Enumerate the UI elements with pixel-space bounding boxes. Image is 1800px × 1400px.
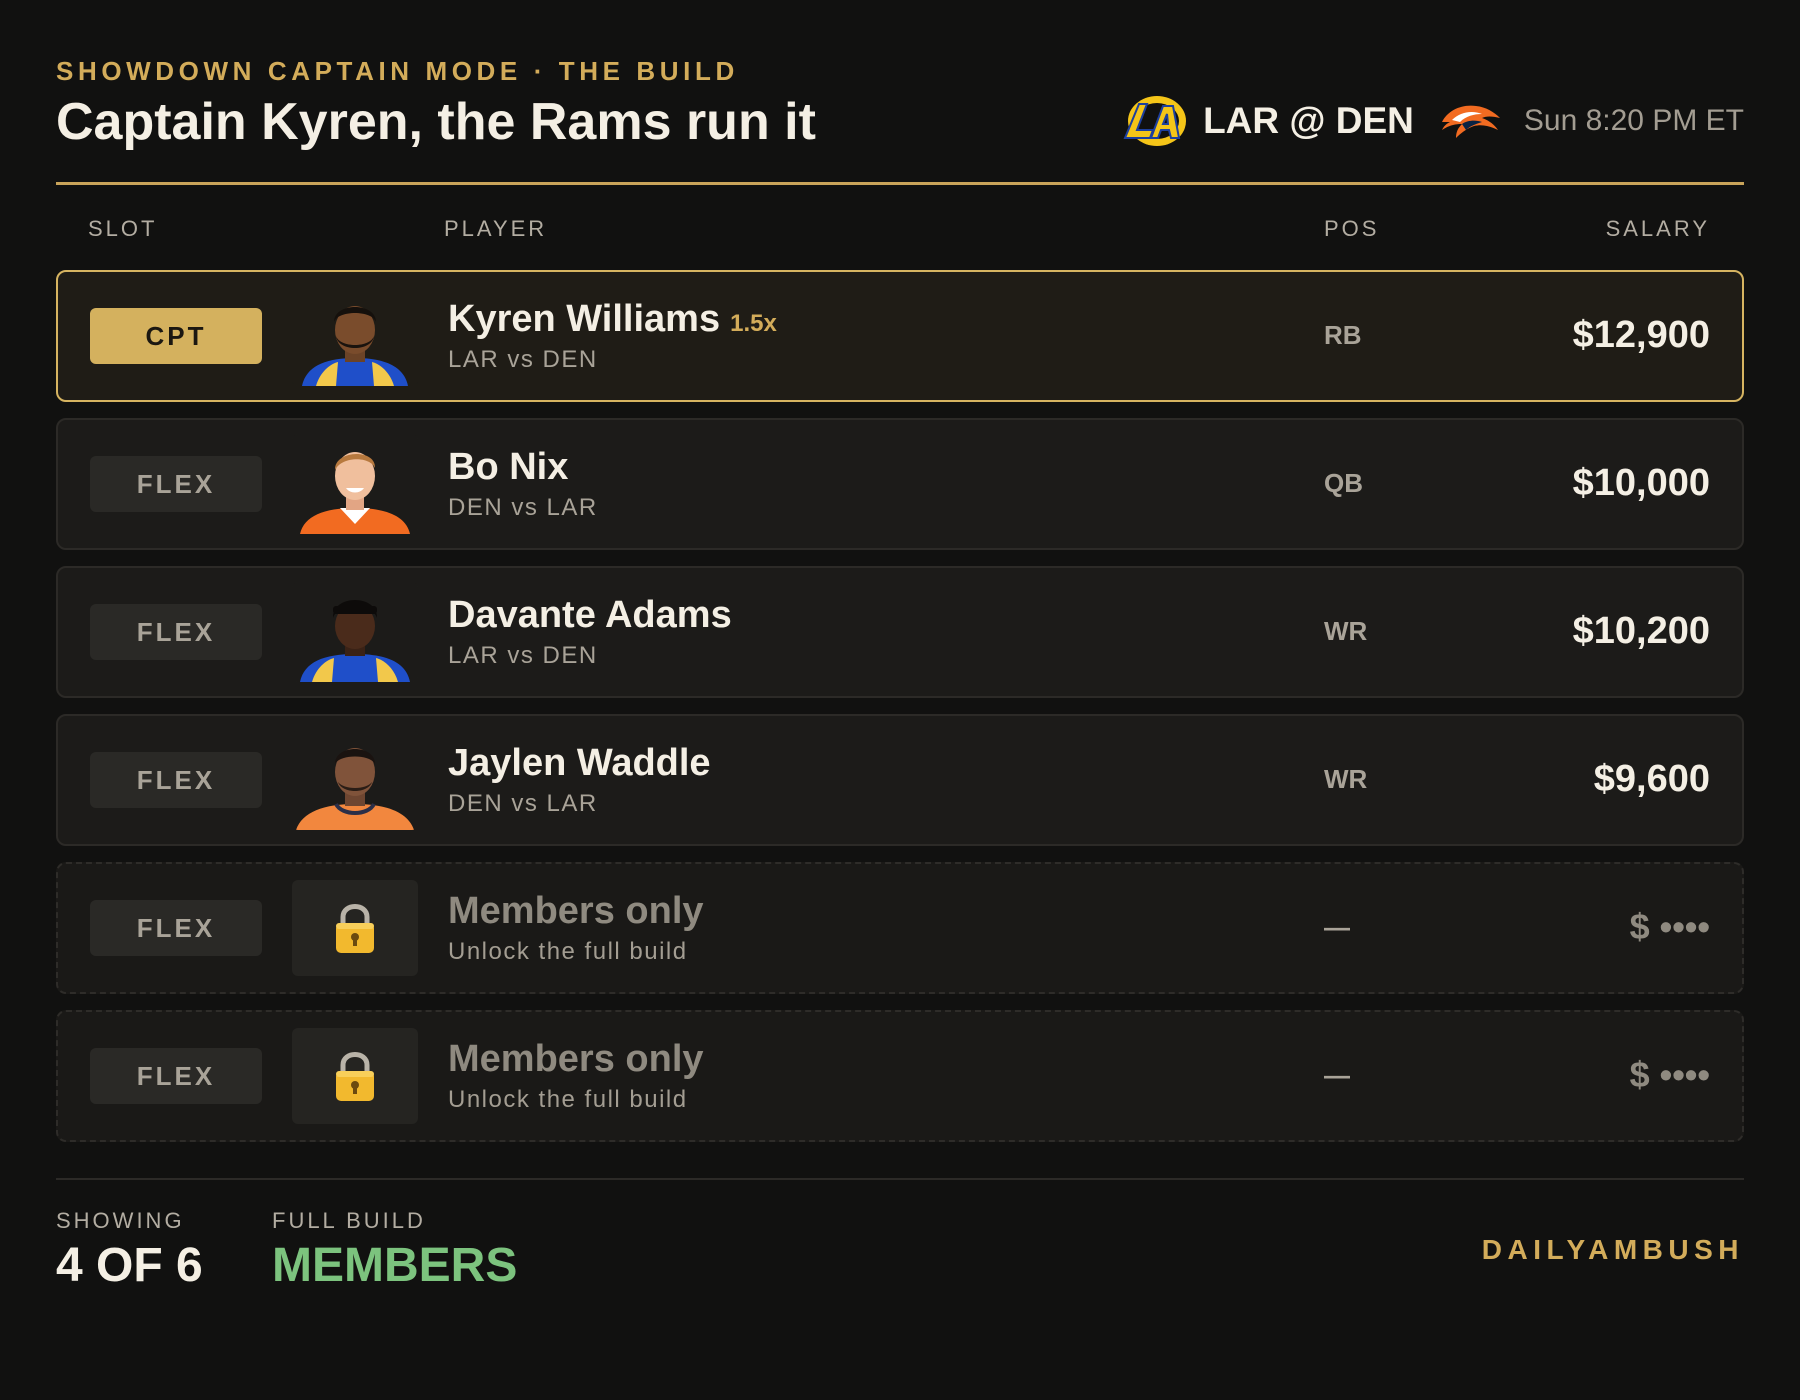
player-headshot <box>292 286 418 386</box>
lock-icon <box>292 1028 418 1124</box>
player-name: Bo Nix <box>448 446 569 488</box>
player-salary: $12,900 <box>1572 314 1710 356</box>
table-row[interactable]: FLEX Jaylen Waddle DEN vs LAR WR $9,600 <box>56 714 1744 846</box>
hidden-salary: $ •••• <box>1629 906 1710 947</box>
player-position: — <box>1324 912 1350 942</box>
brand-wordmark[interactable]: DAILYAMBUSH <box>1482 1234 1744 1266</box>
player-matchup: LAR vs DEN <box>448 642 598 669</box>
lock-icon <box>292 880 418 976</box>
player-salary: $10,000 <box>1572 462 1710 504</box>
broncos-logo-icon <box>1441 105 1500 138</box>
lineup-card: SHOWDOWN CAPTAIN MODE · THE BUILD Captai… <box>56 0 1744 1400</box>
player-matchup: DEN vs LAR <box>448 494 598 521</box>
player-matchup: LAR vs DEN <box>448 346 598 373</box>
header-divider <box>56 182 1744 185</box>
showing-label: SHOWING <box>56 1208 185 1233</box>
table-row-locked[interactable]: FLEX Members only Unlock the full build … <box>56 862 1744 994</box>
player-headshot <box>292 434 418 534</box>
locked-title: Members only <box>448 1038 704 1080</box>
game-matchup: LAR @ DEN Sun 8:20 PM ET <box>1117 92 1744 150</box>
unlock-prompt[interactable]: Unlock the full build <box>448 938 688 966</box>
unlock-prompt[interactable]: Unlock the full build <box>448 1086 688 1114</box>
player-name-text: Kyren Williams <box>448 298 721 340</box>
table-row[interactable]: FLEX Davante Adams LAR vs DEN WR $10,200 <box>56 566 1744 698</box>
table-row-captain[interactable]: CPT Kyren Williams 1.5x LAR vs DEN RB $12… <box>56 270 1744 402</box>
column-header-player: PLAYER <box>444 216 548 241</box>
slot-badge: FLEX <box>90 456 262 512</box>
slot-badge: FLEX <box>90 752 262 808</box>
column-header-pos: POS <box>1324 216 1380 241</box>
player-name: Kyren Williams 1.5x <box>448 298 777 341</box>
player-position: WR <box>1324 764 1368 794</box>
column-header-salary: SALARY <box>1605 216 1710 241</box>
player-position: WR <box>1324 616 1368 646</box>
kickoff-time: Sun 8:20 PM ET <box>1523 104 1744 137</box>
player-position: — <box>1324 1060 1350 1090</box>
full-build-access[interactable]: MEMBERS <box>272 1238 517 1293</box>
slot-badge: FLEX <box>90 900 262 956</box>
player-position: QB <box>1324 468 1363 498</box>
footer-divider <box>56 1178 1744 1180</box>
table-row[interactable]: FLEX Bo Nix DEN vs LAR QB $10,000 <box>56 418 1744 550</box>
slot-badge: FLEX <box>90 604 262 660</box>
player-salary: $10,200 <box>1572 610 1710 652</box>
table-row-locked[interactable]: FLEX Members only Unlock the full build … <box>56 1010 1744 1142</box>
column-header-slot: SLOT <box>88 216 158 241</box>
player-headshot <box>292 582 418 682</box>
matchup-label: LAR @ DEN <box>1203 100 1414 141</box>
slot-badge: FLEX <box>90 1048 262 1104</box>
player-matchup: DEN vs LAR <box>448 790 598 817</box>
captain-multiplier: 1.5x <box>730 310 777 337</box>
eyebrow-label: SHOWDOWN CAPTAIN MODE · THE BUILD <box>56 56 739 86</box>
player-position: RB <box>1324 320 1362 350</box>
page-title: Captain Kyren, the Rams run it <box>56 93 816 151</box>
player-name: Jaylen Waddle <box>448 742 711 784</box>
locked-title: Members only <box>448 890 704 932</box>
showing-count: 4 OF 6 <box>56 1239 203 1292</box>
rams-logo-icon <box>1123 96 1187 146</box>
hidden-salary: $ •••• <box>1629 1054 1710 1095</box>
full-build-label: FULL BUILD <box>272 1208 426 1233</box>
player-salary: $9,600 <box>1593 758 1710 800</box>
player-name: Davante Adams <box>448 594 732 636</box>
player-headshot <box>292 730 418 830</box>
slot-badge: CPT <box>90 308 262 364</box>
